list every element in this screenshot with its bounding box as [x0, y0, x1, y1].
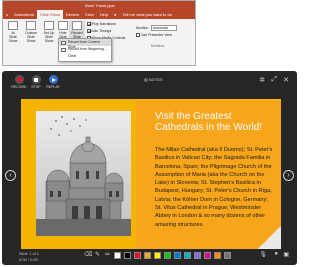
- from-current-slide-button[interactable]: At Slide Show: [5, 21, 21, 43]
- previous-slide-button[interactable]: ‹: [5, 170, 16, 181]
- current-slide: Visit the Greatest Cathedrals in the Wor…: [21, 99, 281, 249]
- replay-button-label: REPLAY: [46, 85, 60, 89]
- ribbon-tabs: n Animations Slide Show Review View Help…: [3, 10, 195, 19]
- tab-view[interactable]: View: [82, 10, 97, 19]
- chevron-left-icon: ‹: [9, 172, 12, 179]
- use-presenter-view-label: Use Presenter View: [141, 33, 172, 37]
- color-swatch[interactable]: [214, 251, 221, 259]
- record-button-label: RECORD: [11, 85, 27, 89]
- camera-preview-icon[interactable]: ▣: [283, 251, 289, 258]
- color-swatch[interactable]: [194, 251, 201, 259]
- page-curl-decoration: [257, 227, 281, 249]
- checkbox-checked: [87, 22, 91, 26]
- highlighter-icon[interactable]: ✏: [104, 252, 111, 259]
- slide-title: Visit the Greatest Cathedrals in the Wor…: [155, 111, 263, 133]
- custom-show-icon: [26, 21, 36, 30]
- notes-button[interactable]: ▤ NOTES: [144, 77, 163, 82]
- notes-icon: ▤: [144, 77, 148, 82]
- color-swatch[interactable]: [224, 251, 231, 259]
- tab-animations[interactable]: Animations: [11, 10, 37, 19]
- checkbox-checked: [87, 29, 91, 33]
- camera-icon[interactable]: ●: [274, 251, 278, 257]
- cathedral-photo: [36, 111, 131, 236]
- monitor-select[interactable]: Monitor: Automatic: [136, 25, 178, 31]
- use-timings-label: Use Timings: [92, 29, 112, 33]
- window-title: Book Travel.pptx: [3, 1, 195, 10]
- slideshow-icon: [8, 21, 18, 30]
- color-swatch[interactable]: [184, 251, 191, 259]
- set-up-label: Set Up Slide Show: [43, 31, 55, 43]
- play-narrations-checkbox[interactable]: Play Narrations: [87, 22, 116, 26]
- stop-button-label: STOP: [31, 85, 41, 89]
- pen-icon[interactable]: ✎: [94, 252, 101, 259]
- lightbulb-icon: ●: [114, 12, 117, 17]
- chevron-right-icon: ›: [287, 172, 290, 179]
- next-slide-button[interactable]: ›: [283, 170, 294, 181]
- fullscreen-icon[interactable]: ⤢: [271, 76, 277, 84]
- monitor-value: Automatic: [150, 25, 178, 31]
- setup-icon: [44, 21, 54, 30]
- replay-button[interactable]: REPLAY: [46, 75, 60, 93]
- color-swatch[interactable]: [154, 251, 161, 259]
- tab-help[interactable]: Help: [97, 10, 111, 19]
- color-swatch[interactable]: [164, 251, 171, 259]
- record-dropdown-menu: Record from Current Slide... Record from…: [58, 38, 112, 62]
- tab-review[interactable]: Review: [63, 10, 82, 19]
- recording-controls: RECORD STOP REPLAY: [11, 75, 60, 93]
- custom-show-label: Custom Slide Show: [24, 31, 38, 43]
- color-swatch[interactable]: [124, 251, 131, 259]
- play-icon: [48, 75, 58, 84]
- powerpoint-window: Book Travel.pptx n Animations Slide Show…: [2, 0, 196, 66]
- tab-transitions-partial[interactable]: n: [3, 10, 11, 19]
- close-icon[interactable]: ✕: [283, 76, 289, 84]
- hide-slide-icon: [58, 21, 68, 30]
- slide-body-text: The Milan Cathedral (aka Il Duomo); St. …: [155, 147, 273, 228]
- group-monitors-label: Monitors: [151, 44, 165, 48]
- record-button[interactable]: RECORD: [11, 75, 27, 93]
- record-from-beginning-label: Record from Beginning...: [68, 47, 107, 51]
- color-swatch[interactable]: [144, 251, 151, 259]
- slide-counter: Slide 1 of 1: [19, 251, 40, 256]
- recording-timer: 0:00 / 0:00: [19, 257, 38, 262]
- tell-me-search[interactable]: Tell me what you want to do: [119, 10, 174, 19]
- record-icon: [72, 21, 82, 30]
- clear-item[interactable]: Clear: [59, 53, 111, 60]
- monitor-label: Monitor:: [136, 26, 149, 30]
- clear-label: Clear: [68, 54, 77, 58]
- tab-slide-show[interactable]: Slide Show: [37, 10, 64, 19]
- record-icon: [14, 75, 24, 84]
- stop-icon: [31, 75, 41, 84]
- record-from-beginning-item[interactable]: Record from Beginning...: [59, 46, 111, 53]
- custom-slideshow-button[interactable]: Custom Slide Show: [23, 21, 39, 43]
- color-swatch[interactable]: [114, 251, 121, 259]
- notes-label: NOTES: [148, 77, 163, 82]
- eraser-icon[interactable]: ⌫: [84, 252, 92, 259]
- recording-window: RECORD STOP REPLAY ▤ NOTES ✲ ⤢ ✕ ‹ › Vis…: [2, 71, 297, 265]
- color-swatch[interactable]: [134, 251, 141, 259]
- use-presenter-view-checkbox[interactable]: Use Presenter View: [136, 33, 172, 37]
- checkbox-unchecked: [136, 33, 140, 37]
- record-beginning-icon: [61, 47, 66, 52]
- color-swatch[interactable]: [204, 251, 211, 259]
- use-timings-checkbox[interactable]: Use Timings: [87, 29, 111, 33]
- microphone-icon[interactable]: 🎙: [259, 251, 267, 258]
- play-narrations-label: Play Narrations: [92, 22, 116, 26]
- from-current-label: At Slide Show: [8, 31, 18, 43]
- settings-icon[interactable]: ✲: [259, 76, 265, 84]
- record-current-icon: [61, 40, 66, 45]
- color-swatch[interactable]: [174, 251, 181, 259]
- stop-button[interactable]: STOP: [29, 75, 43, 93]
- ink-toolbar: ⌫ ✎ ✏: [84, 250, 231, 260]
- record-from-current-item[interactable]: Record from Current Slide...: [59, 39, 111, 49]
